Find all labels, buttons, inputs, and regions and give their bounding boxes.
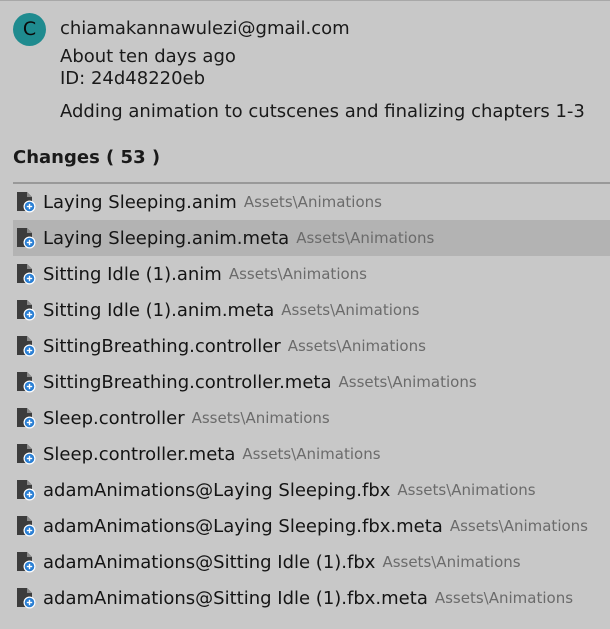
list-item[interactable]: SittingBreathing.controller Assets\Anima… (13, 328, 610, 364)
file-name: Sitting Idle (1).anim (43, 263, 222, 285)
file-name: adamAnimations@Sitting Idle (1).fbx (43, 551, 376, 573)
list-item[interactable]: adamAnimations@Laying Sleeping.fbx Asset… (13, 472, 610, 508)
file-added-icon (15, 587, 37, 609)
list-item[interactable]: Sleep.controller Assets\Animations (13, 400, 610, 436)
file-added-icon (15, 515, 37, 537)
list-item[interactable]: Sitting Idle (1).anim Assets\Animations (13, 256, 610, 292)
list-item[interactable]: Laying Sleeping.anim.meta Assets\Animati… (13, 220, 610, 256)
changes-header: Changes ( 53 ) (13, 147, 161, 168)
file-name: Laying Sleeping.anim (43, 191, 237, 213)
list-item[interactable]: Sleep.controller.meta Assets\Animations (13, 436, 610, 472)
list-item[interactable]: SittingBreathing.controller.meta Assets\… (13, 364, 610, 400)
file-added-icon (15, 443, 37, 465)
file-added-icon (15, 299, 37, 321)
list-item[interactable]: adamAnimations@Sitting Idle (1).fbx.meta… (13, 580, 610, 616)
file-path: Assets\Animations (434, 589, 574, 607)
file-path: Assets\Animations (449, 517, 588, 535)
file-name: Sleep.controller.meta (43, 443, 236, 465)
file-name: adamAnimations@Laying Sleeping.fbx (43, 479, 391, 501)
file-path: Assets\Animations (397, 481, 536, 499)
file-added-icon (15, 191, 37, 213)
list-item[interactable]: Laying Sleeping.anim Assets\Animations (13, 184, 610, 220)
file-added-icon (15, 371, 37, 393)
file-added-icon (15, 263, 37, 285)
list-item[interactable]: Sitting Idle (1).anim.meta Assets\Animat… (13, 292, 610, 328)
file-name: Sleep.controller (43, 407, 185, 429)
commit-id: ID: 24d48220eb (60, 68, 206, 89)
file-name: SittingBreathing.controller (43, 335, 281, 357)
list-item[interactable]: adamAnimations@Sitting Idle (1).fbx Asse… (13, 544, 610, 580)
file-added-icon (15, 407, 37, 429)
file-name: Sitting Idle (1).anim.meta (43, 299, 275, 321)
file-path: Assets\Animations (243, 193, 382, 211)
file-path: Assets\Animations (242, 445, 381, 463)
file-name: Laying Sleeping.anim.meta (43, 227, 290, 249)
file-path: Assets\Animations (287, 337, 426, 355)
file-path: Assets\Animations (281, 301, 420, 319)
file-path: Assets\Animations (228, 265, 367, 283)
file-path: Assets\Animations (191, 409, 330, 427)
list-item[interactable]: adamAnimations@Laying Sleeping.fbx.meta … (13, 508, 610, 544)
commit-date: About ten days ago (60, 46, 236, 67)
commit-message: Adding animation to cutscenes and finali… (60, 101, 585, 122)
file-path: Assets\Animations (382, 553, 521, 571)
avatar: C (13, 13, 46, 46)
file-name: adamAnimations@Sitting Idle (1).fbx.meta (43, 587, 428, 609)
file-added-icon (15, 479, 37, 501)
file-name: adamAnimations@Laying Sleeping.fbx.meta (43, 515, 443, 537)
file-name: SittingBreathing.controller.meta (43, 371, 332, 393)
author-email: chiamakannawulezi@gmail.com (60, 18, 350, 39)
file-added-icon (15, 551, 37, 573)
changes-list: Laying Sleeping.anim Assets\Animations L… (13, 184, 610, 616)
file-added-icon (15, 335, 37, 357)
top-divider (0, 0, 610, 1)
file-path: Assets\Animations (296, 229, 435, 247)
file-path: Assets\Animations (338, 373, 477, 391)
file-added-icon (15, 227, 37, 249)
